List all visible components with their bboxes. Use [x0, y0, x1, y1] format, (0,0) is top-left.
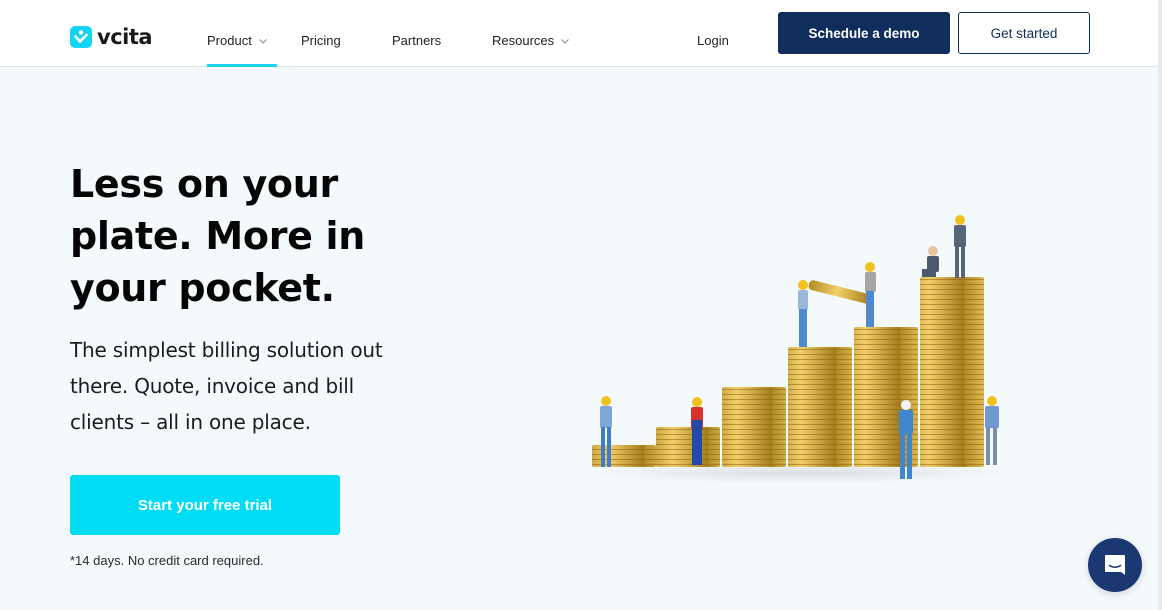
worker-figure — [865, 262, 876, 327]
login-link[interactable]: Login — [697, 33, 729, 48]
worker-figure — [798, 280, 808, 347]
vcita-logo-icon — [70, 26, 92, 48]
nav-item-pricing[interactable]: Pricing — [301, 33, 341, 48]
chat-launcher-button[interactable] — [1088, 538, 1142, 592]
hero-title-line: your pocket. — [70, 266, 335, 310]
active-nav-indicator — [207, 64, 277, 67]
hero-subtitle-line: The simplest billing solution out — [70, 338, 383, 362]
nav-item-partners[interactable]: Partners — [392, 33, 441, 48]
nav-item-label: Product — [207, 33, 252, 48]
hero-title-line: Less on your — [70, 162, 338, 206]
schedule-demo-button[interactable]: Schedule a demo — [778, 12, 950, 54]
chevron-down-icon — [258, 38, 267, 44]
coin-stacks-workers-image — [585, 215, 1015, 483]
vcita-logo[interactable]: vcita — [70, 25, 153, 49]
login-label: Login — [697, 33, 729, 48]
chat-bubble-icon — [1105, 555, 1125, 575]
nav-item-label: Resources — [492, 33, 555, 48]
hero-subtitle-line: there. Quote, invoice and bill — [70, 374, 355, 398]
logo-wordmark: vcita — [97, 25, 153, 49]
site-header: vcita Product Pricing Partners Resources… — [0, 0, 1158, 67]
get-started-button[interactable]: Get started — [958, 12, 1090, 54]
hero-subtitle-line: clients – all in one place. — [70, 410, 311, 434]
nav-item-label: Partners — [392, 33, 442, 48]
hero-subtitle: The simplest billing solution out there.… — [70, 332, 460, 440]
page-scrollbar[interactable] — [1158, 0, 1162, 610]
businessman-figure — [954, 215, 966, 278]
hero-title-line: plate. More in — [70, 214, 366, 258]
businessman-figure — [922, 246, 939, 277]
worker-figure — [985, 396, 999, 465]
trial-note: *14 days. No credit card required. — [70, 553, 264, 568]
hero-illustration — [580, 205, 1020, 490]
start-free-trial-button[interactable]: Start your free trial — [70, 475, 340, 535]
worker-figure — [691, 397, 703, 465]
nav-item-product[interactable]: Product — [207, 33, 267, 48]
hero-title: Less on your plate. More in your pocket. — [70, 158, 490, 314]
nav-item-resources[interactable]: Resources — [492, 33, 569, 48]
nav-item-label: Pricing — [301, 33, 341, 48]
chevron-down-icon — [561, 38, 569, 44]
